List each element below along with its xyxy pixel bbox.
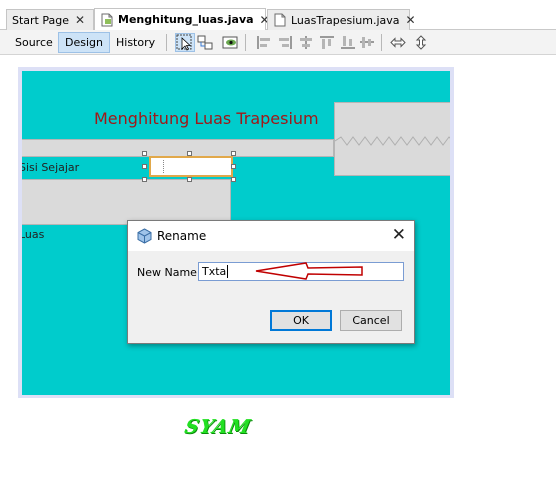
panel-bar[interactable] — [22, 139, 334, 157]
center-horizontal-icon[interactable] — [298, 35, 314, 50]
history-button[interactable]: History — [109, 32, 162, 53]
align-top-icon[interactable] — [319, 35, 335, 50]
cancel-button[interactable]: Cancel — [340, 310, 402, 331]
toolbar-separator — [381, 34, 382, 51]
new-name-value: Txta — [202, 265, 227, 278]
resize-handle[interactable] — [142, 177, 147, 182]
toolbar-separator — [166, 34, 167, 51]
tab-menghitung-luas[interactable]: Menghitung_luas.java ✕ — [94, 8, 270, 30]
signature-watermark: SYAM — [182, 416, 254, 438]
close-icon[interactable]: ✕ — [392, 225, 406, 245]
ide-window: Start Page ✕ Menghitung_luas.java ✕ Luas… — [0, 0, 556, 483]
editor-tab-bar: Start Page ✕ Menghitung_luas.java ✕ Luas… — [0, 0, 556, 30]
tab-luastrapesium[interactable]: LuasTrapesium.java ✕ — [267, 9, 416, 30]
label-luas[interactable]: Luas — [22, 228, 44, 241]
resize-handle[interactable] — [187, 151, 192, 156]
toolbar-separator — [245, 34, 246, 51]
align-left-icon[interactable] — [256, 35, 272, 50]
tab-label: Menghitung_luas.java — [118, 13, 254, 26]
source-button[interactable]: Source — [8, 32, 60, 53]
rename-dialog: Rename ✕ New Name: Txta OK Cancel — [127, 220, 415, 344]
selection-mode-icon[interactable] — [175, 33, 195, 52]
tab-label: Start Page — [12, 13, 69, 27]
close-icon[interactable]: ✕ — [406, 13, 416, 27]
resize-handle[interactable] — [142, 151, 147, 156]
align-right-icon[interactable] — [277, 35, 293, 50]
dialog-title: Rename — [157, 229, 207, 243]
change-vertical-resizability-icon[interactable] — [413, 35, 429, 50]
resize-handle[interactable] — [231, 164, 236, 169]
netbeans-cube-icon — [137, 228, 152, 247]
java-file-icon — [273, 13, 287, 27]
text-caret — [163, 160, 164, 173]
annotation-arrow-icon — [255, 262, 363, 280]
resize-handle[interactable] — [231, 151, 236, 156]
panel-box[interactable] — [22, 179, 231, 225]
form-title-label[interactable]: Menghitung Luas Trapesium — [94, 109, 319, 128]
new-name-label: New Name: — [137, 266, 201, 279]
java-file-icon — [100, 13, 114, 27]
tab-start-page[interactable]: Start Page ✕ — [6, 9, 94, 30]
resize-handle[interactable] — [142, 164, 147, 169]
change-horizontal-resizability-icon[interactable] — [390, 35, 406, 50]
tab-label: LuasTrapesium.java — [291, 13, 400, 27]
design-button[interactable]: Design — [58, 32, 110, 53]
resize-handle[interactable] — [187, 177, 192, 182]
resize-handle[interactable] — [231, 177, 236, 182]
dialog-title-bar[interactable]: Rename ✕ — [128, 221, 414, 251]
text-cursor — [227, 265, 229, 278]
center-vertical-icon[interactable] — [359, 35, 375, 50]
label-sisi-sejajar[interactable]: Sisi Sejajar — [22, 161, 79, 174]
preview-design-icon[interactable] — [222, 35, 238, 50]
align-bottom-icon[interactable] — [340, 35, 356, 50]
close-icon[interactable]: ✕ — [75, 13, 85, 27]
side-panel[interactable] — [334, 102, 450, 176]
editor-toolbar: Source Design History — [0, 30, 556, 55]
selected-text-field[interactable] — [149, 156, 233, 177]
ok-button[interactable]: OK — [270, 310, 332, 331]
connection-mode-icon[interactable] — [197, 35, 213, 50]
